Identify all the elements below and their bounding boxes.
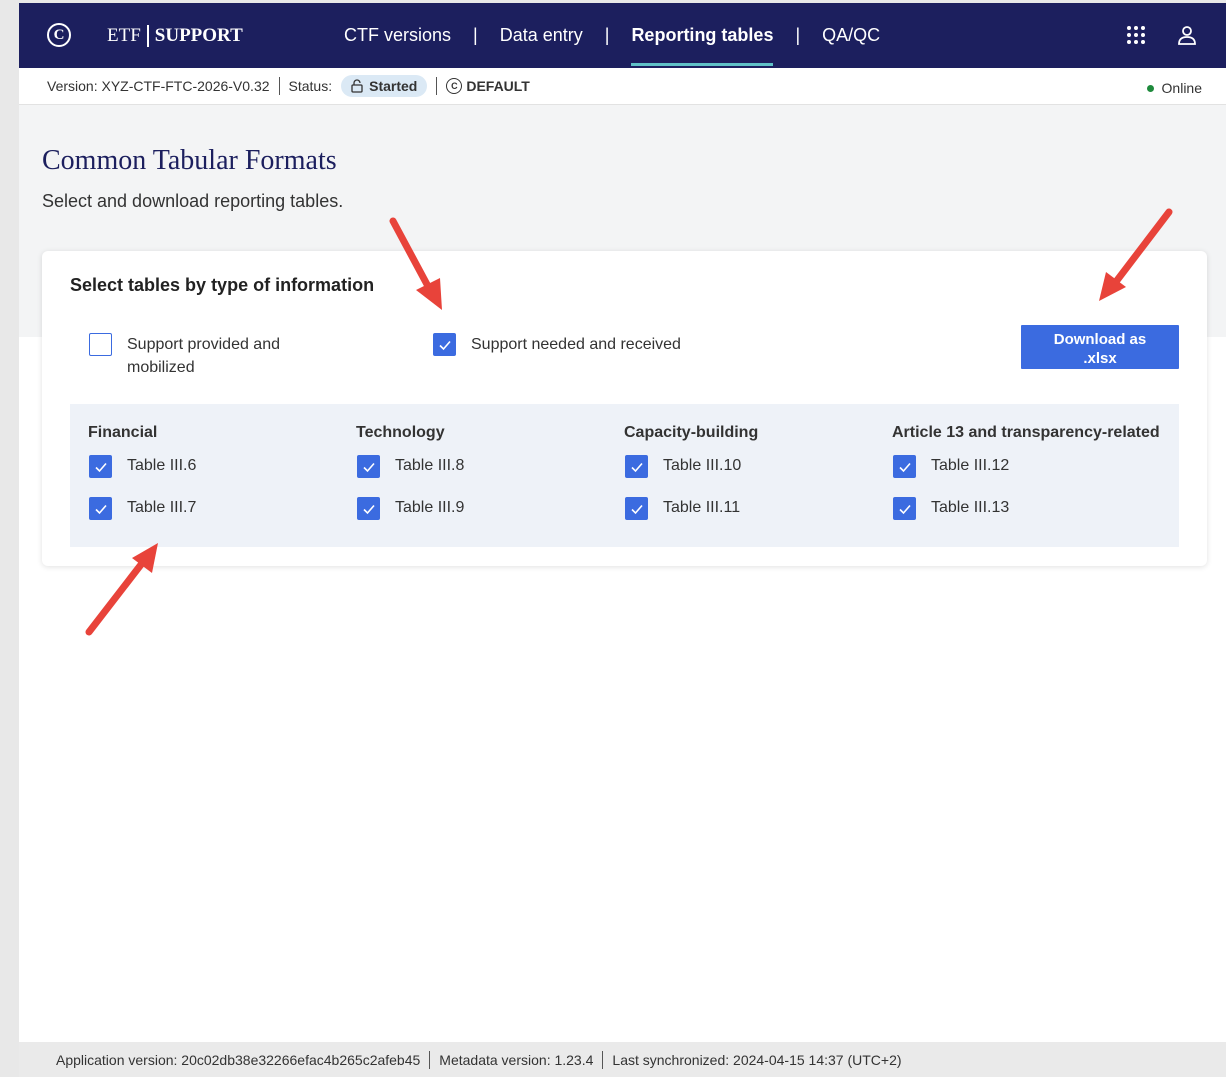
check-icon [362, 462, 375, 472]
top-navigation: C ETF SUPPORT CTF versions | Data entry … [19, 3, 1226, 68]
table-label[interactable]: Table III.10 [663, 454, 741, 477]
checkbox-table-iii-10[interactable] [625, 455, 648, 478]
divider [602, 1050, 604, 1069]
card-title: Select tables by type of information [70, 275, 375, 295]
checkbox-table-iii-13[interactable] [893, 497, 916, 520]
divider [278, 77, 280, 95]
status-bar: Version: XYZ-CTF-FTC-2026-V0.32 Status: … [19, 68, 1226, 105]
nav-separator: | [795, 25, 801, 45]
checkbox-table-iii-7[interactable] [89, 497, 112, 520]
app-version: Application version: 20c02db38e32266efac… [56, 1051, 421, 1068]
brand[interactable]: ETF SUPPORT [107, 25, 243, 47]
checkbox-support-provided[interactable] [89, 333, 112, 356]
app-window: C ETF SUPPORT CTF versions | Data entry … [19, 3, 1226, 1077]
checkbox-table-iii-6[interactable] [89, 455, 112, 478]
profile-name: DEFAULT [466, 78, 530, 94]
group-title: Capacity-building [624, 424, 759, 441]
copyright-circle-icon: C [446, 78, 463, 94]
version-text: Version: XYZ-CTF-FTC-2026-V0.32 [47, 78, 270, 94]
divider [429, 1050, 431, 1069]
nav-qa-qc[interactable]: QA/QC [822, 3, 880, 68]
table-label[interactable]: Table III.6 [127, 454, 196, 477]
page-subtitle: Select and download reporting tables. [42, 191, 344, 211]
brand-divider [146, 25, 149, 47]
checkbox-support-needed[interactable] [433, 333, 456, 356]
nav-reporting-tables[interactable]: Reporting tables [631, 3, 774, 68]
brand-etf: ETF [107, 25, 141, 46]
type-label-support-provided[interactable]: Support provided and mobilized [127, 333, 327, 379]
online-dot-icon [1146, 84, 1154, 92]
user-icon[interactable] [1177, 24, 1197, 46]
table-selection-card: Select tables by type of information Sup… [42, 251, 1207, 566]
table-label[interactable]: Table III.11 [663, 496, 740, 519]
download-button-line2: .xlsx [1083, 349, 1117, 367]
check-icon [630, 504, 643, 514]
status-badge: Started [341, 75, 428, 97]
table-label[interactable]: Table III.9 [395, 496, 464, 519]
download-xlsx-button[interactable]: Download as .xlsx [1021, 325, 1179, 369]
type-label-support-needed[interactable]: Support needed and received [471, 333, 681, 356]
checkbox-table-iii-12[interactable] [893, 455, 916, 478]
page-title: Common Tabular Formats [42, 145, 337, 176]
status-value: Started [369, 78, 418, 94]
check-icon [94, 462, 107, 472]
check-icon [438, 340, 451, 350]
footer: Application version: 20c02db38e32266efac… [19, 1042, 1226, 1077]
apps-grid-icon[interactable] [1127, 26, 1145, 44]
tables-panel: Financial Table III.6 Table III.7 Techno… [70, 404, 1179, 547]
checkbox-table-iii-11[interactable] [625, 497, 648, 520]
group-title: Article 13 and transparency-related [892, 424, 1160, 441]
main-nav: CTF versions | Data entry | Reporting ta… [344, 3, 880, 68]
check-icon [362, 504, 375, 514]
profile-label: C DEFAULT [446, 78, 530, 94]
nav-separator: | [604, 25, 610, 45]
last-synchronized: Last synchronized: 2024-04-15 14:37 (UTC… [612, 1051, 902, 1068]
status-label: Status: [288, 78, 333, 94]
nav-separator: | [473, 25, 478, 45]
online-indicator: Online [1146, 80, 1202, 96]
check-icon [898, 462, 911, 472]
checkbox-table-iii-9[interactable] [357, 497, 380, 520]
lock-open-icon [351, 79, 363, 93]
nav-ctf-versions[interactable]: CTF versions [344, 3, 451, 68]
nav-data-entry[interactable]: Data entry [500, 3, 583, 68]
table-label[interactable]: Table III.13 [931, 496, 1009, 519]
checkbox-table-iii-8[interactable] [357, 455, 380, 478]
group-title: Financial [88, 424, 158, 441]
table-label[interactable]: Table III.7 [127, 496, 196, 519]
group-title: Technology [356, 424, 445, 441]
table-label[interactable]: Table III.8 [395, 454, 464, 477]
check-icon [898, 504, 911, 514]
divider [436, 77, 438, 95]
metadata-version: Metadata version: 1.23.4 [439, 1051, 594, 1068]
check-icon [94, 504, 107, 514]
brand-support: SUPPORT [154, 25, 243, 46]
unfccc-logo-icon[interactable]: C [47, 23, 71, 47]
check-icon [630, 462, 643, 472]
table-label[interactable]: Table III.12 [931, 454, 1009, 477]
download-button-line1: Download as [1053, 330, 1147, 348]
online-text: Online [1161, 80, 1202, 96]
